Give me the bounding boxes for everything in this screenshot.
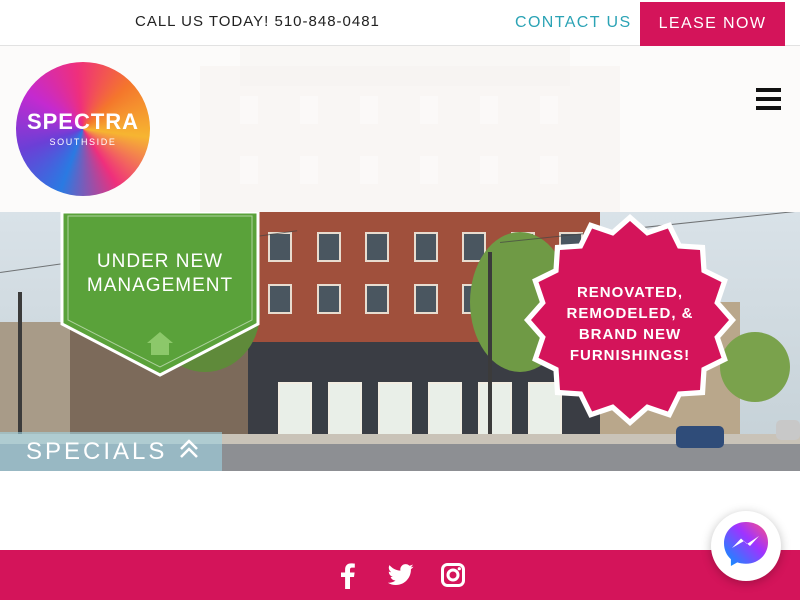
messenger-chat-button[interactable] bbox=[711, 511, 781, 581]
header: SPECTRA SOUTHSIDE bbox=[0, 46, 800, 212]
twitter-icon[interactable] bbox=[387, 564, 414, 591]
call-us-text: CALL US TODAY! 510-848-0481 bbox=[135, 13, 380, 30]
burst-line-1: RENOVATED, bbox=[576, 284, 684, 301]
burst-text: RENOVATED, REMODELED, & BRAND NEW FURNIS… bbox=[522, 282, 738, 366]
lease-now-button[interactable]: LEASE NOW bbox=[640, 2, 785, 46]
messenger-icon bbox=[722, 520, 770, 573]
page: CALL US TODAY! 510-848-0481 CONTACT US L… bbox=[0, 0, 800, 600]
renovated-starburst: RENOVATED, REMODELED, & BRAND NEW FURNIS… bbox=[522, 212, 738, 428]
double-chevron-up-icon bbox=[179, 438, 199, 465]
badge-line-2: MANAGEMENT bbox=[86, 275, 234, 296]
under-new-management-badge: UNDER NEW MANAGEMENT bbox=[60, 210, 260, 377]
footer-bar bbox=[0, 550, 800, 600]
logo-brand-text: SPECTRA bbox=[26, 109, 140, 134]
burst-line-4: FURNISHINGS! bbox=[569, 347, 691, 364]
specials-button[interactable]: SPECIALS bbox=[0, 432, 222, 471]
specials-label: SPECIALS bbox=[26, 437, 168, 465]
facebook-icon[interactable] bbox=[340, 563, 356, 594]
instagram-icon[interactable] bbox=[441, 563, 465, 592]
spectra-southside-logo[interactable]: SPECTRA SOUTHSIDE bbox=[16, 62, 150, 196]
contact-us-link[interactable]: CONTACT US bbox=[515, 14, 632, 32]
top-bar: CALL US TODAY! 510-848-0481 CONTACT US L… bbox=[0, 0, 800, 46]
badge-text: UNDER NEW MANAGEMENT bbox=[60, 250, 260, 298]
logo-sub-text: SOUTHSIDE bbox=[49, 137, 117, 147]
home-icon bbox=[146, 330, 174, 361]
badge-line-1: UNDER NEW bbox=[96, 251, 224, 272]
burst-line-2: REMODELED, & bbox=[566, 305, 694, 322]
burst-line-3: BRAND NEW bbox=[578, 326, 682, 343]
hamburger-menu-icon[interactable] bbox=[756, 88, 781, 110]
